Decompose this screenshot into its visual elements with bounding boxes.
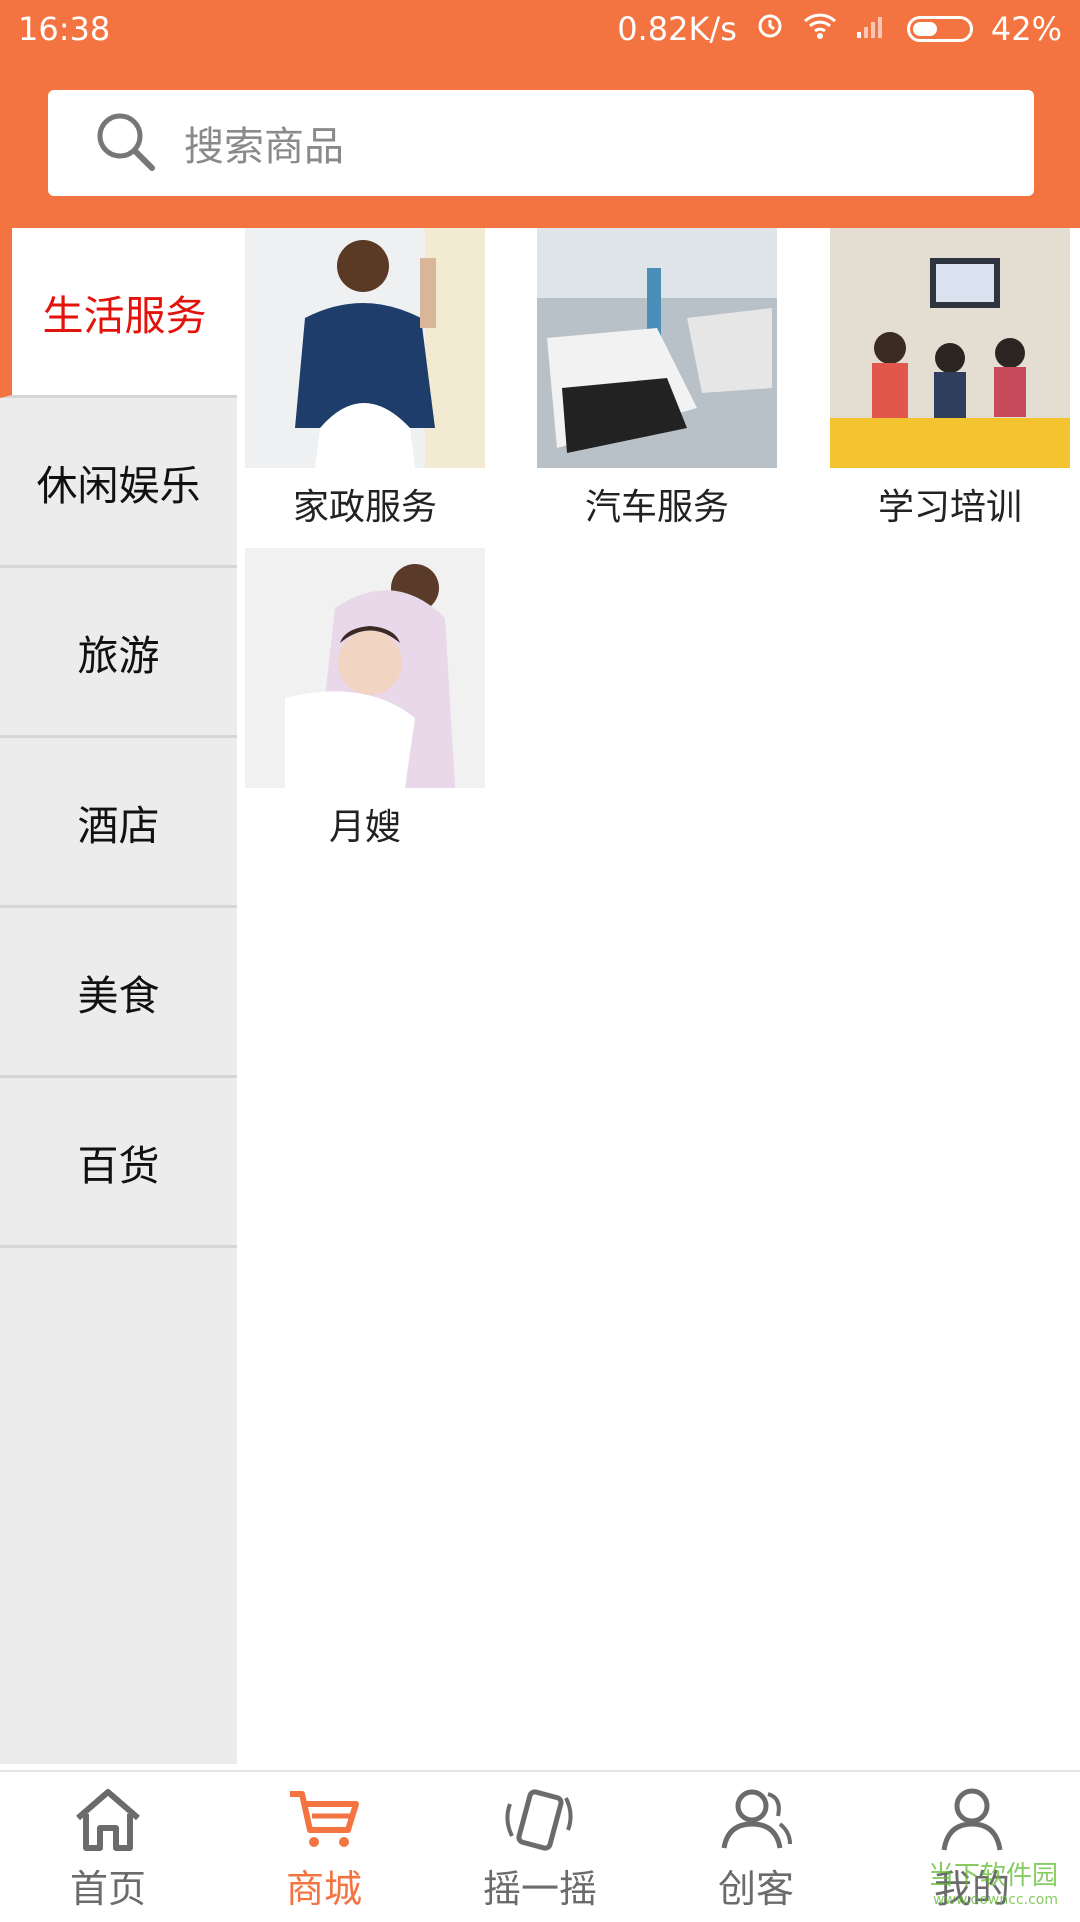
- service-tile-nanny[interactable]: 月嫂: [245, 548, 485, 850]
- service-tile-training[interactable]: 学习培训: [830, 228, 1070, 530]
- sidebar-item-travel[interactable]: 旅游: [0, 568, 237, 738]
- sidebar-item-label: 百货: [77, 1141, 160, 1190]
- service-tile-housekeeping[interactable]: 家政服务: [245, 228, 485, 530]
- alarm-icon: [755, 10, 785, 48]
- sidebar-item-life-services[interactable]: 生活服务: [0, 228, 237, 398]
- people-icon: [721, 1789, 792, 1849]
- service-label: 月嫂: [328, 807, 401, 848]
- sidebar-item-label: 生活服务: [42, 291, 207, 340]
- service-tile-auto[interactable]: 汽车服务: [537, 228, 777, 530]
- cart-icon: [290, 1791, 359, 1847]
- watermark-text: 当下软件园: [927, 1861, 1058, 1891]
- network-speed: 0.82K/s: [617, 10, 737, 48]
- tab-label: 商城: [285, 1867, 362, 1911]
- tab-home[interactable]: 首页: [0, 1772, 216, 1922]
- training-image: [830, 228, 1070, 468]
- wifi-icon: [803, 10, 837, 48]
- status-indicators: 0.82K/s 42%: [617, 10, 1062, 48]
- auto-service-image: [537, 228, 777, 468]
- service-label: 家政服务: [292, 487, 437, 528]
- status-bar: 16:38 0.82K/s 42%: [0, 0, 1080, 62]
- header: 搜索商品: [0, 62, 1080, 228]
- tab-shake[interactable]: 摇一摇: [432, 1772, 648, 1922]
- sidebar-item-leisure[interactable]: 休闲娱乐: [0, 398, 237, 568]
- battery-icon: [906, 16, 973, 42]
- home-icon: [76, 1789, 140, 1851]
- bottom-tab-bar: 首页 商城 摇一摇 创客 我的 当下软件园 www.downcc.com: [0, 1770, 1080, 1922]
- search-input[interactable]: 搜索商品: [48, 90, 1034, 196]
- status-time: 16:38: [18, 10, 111, 48]
- sidebar-item-goods[interactable]: 百货: [0, 1078, 237, 1248]
- sidebar-item-food[interactable]: 美食: [0, 908, 237, 1078]
- tab-label: 首页: [69, 1867, 146, 1911]
- sidebar-item-label: 旅游: [77, 631, 160, 680]
- sidebar-item-label: 酒店: [77, 801, 160, 850]
- tab-maker[interactable]: 创客: [648, 1772, 864, 1922]
- sidebar-item-hotel[interactable]: 酒店: [0, 738, 237, 908]
- housekeeping-image: [245, 228, 485, 468]
- search-placeholder: 搜索商品: [184, 124, 344, 170]
- person-icon: [941, 1788, 1003, 1851]
- sidebar-item-label: 美食: [77, 971, 160, 1020]
- watermark-url: www.downcc.com: [932, 1892, 1058, 1908]
- battery-level: 42%: [990, 10, 1062, 48]
- nanny-image: [245, 548, 485, 788]
- watermark: 当下软件园 www.downcc.com: [928, 1855, 1058, 1908]
- shake-phone-icon: [505, 1789, 573, 1851]
- service-grid: 家政服务 汽车服务 学习培训 月嫂: [237, 228, 1080, 1764]
- tab-label: 摇一摇: [482, 1867, 597, 1911]
- signal-icon: [855, 10, 889, 48]
- tab-mall[interactable]: 商城: [216, 1772, 432, 1922]
- search-icon: [97, 113, 155, 171]
- tab-label: 创客: [717, 1867, 794, 1911]
- service-label: 汽车服务: [584, 487, 729, 528]
- service-label: 学习培训: [877, 487, 1022, 528]
- category-sidebar: 生活服务 休闲娱乐 旅游 酒店 美食 百货: [0, 228, 237, 1764]
- sidebar-item-label: 休闲娱乐: [36, 461, 201, 510]
